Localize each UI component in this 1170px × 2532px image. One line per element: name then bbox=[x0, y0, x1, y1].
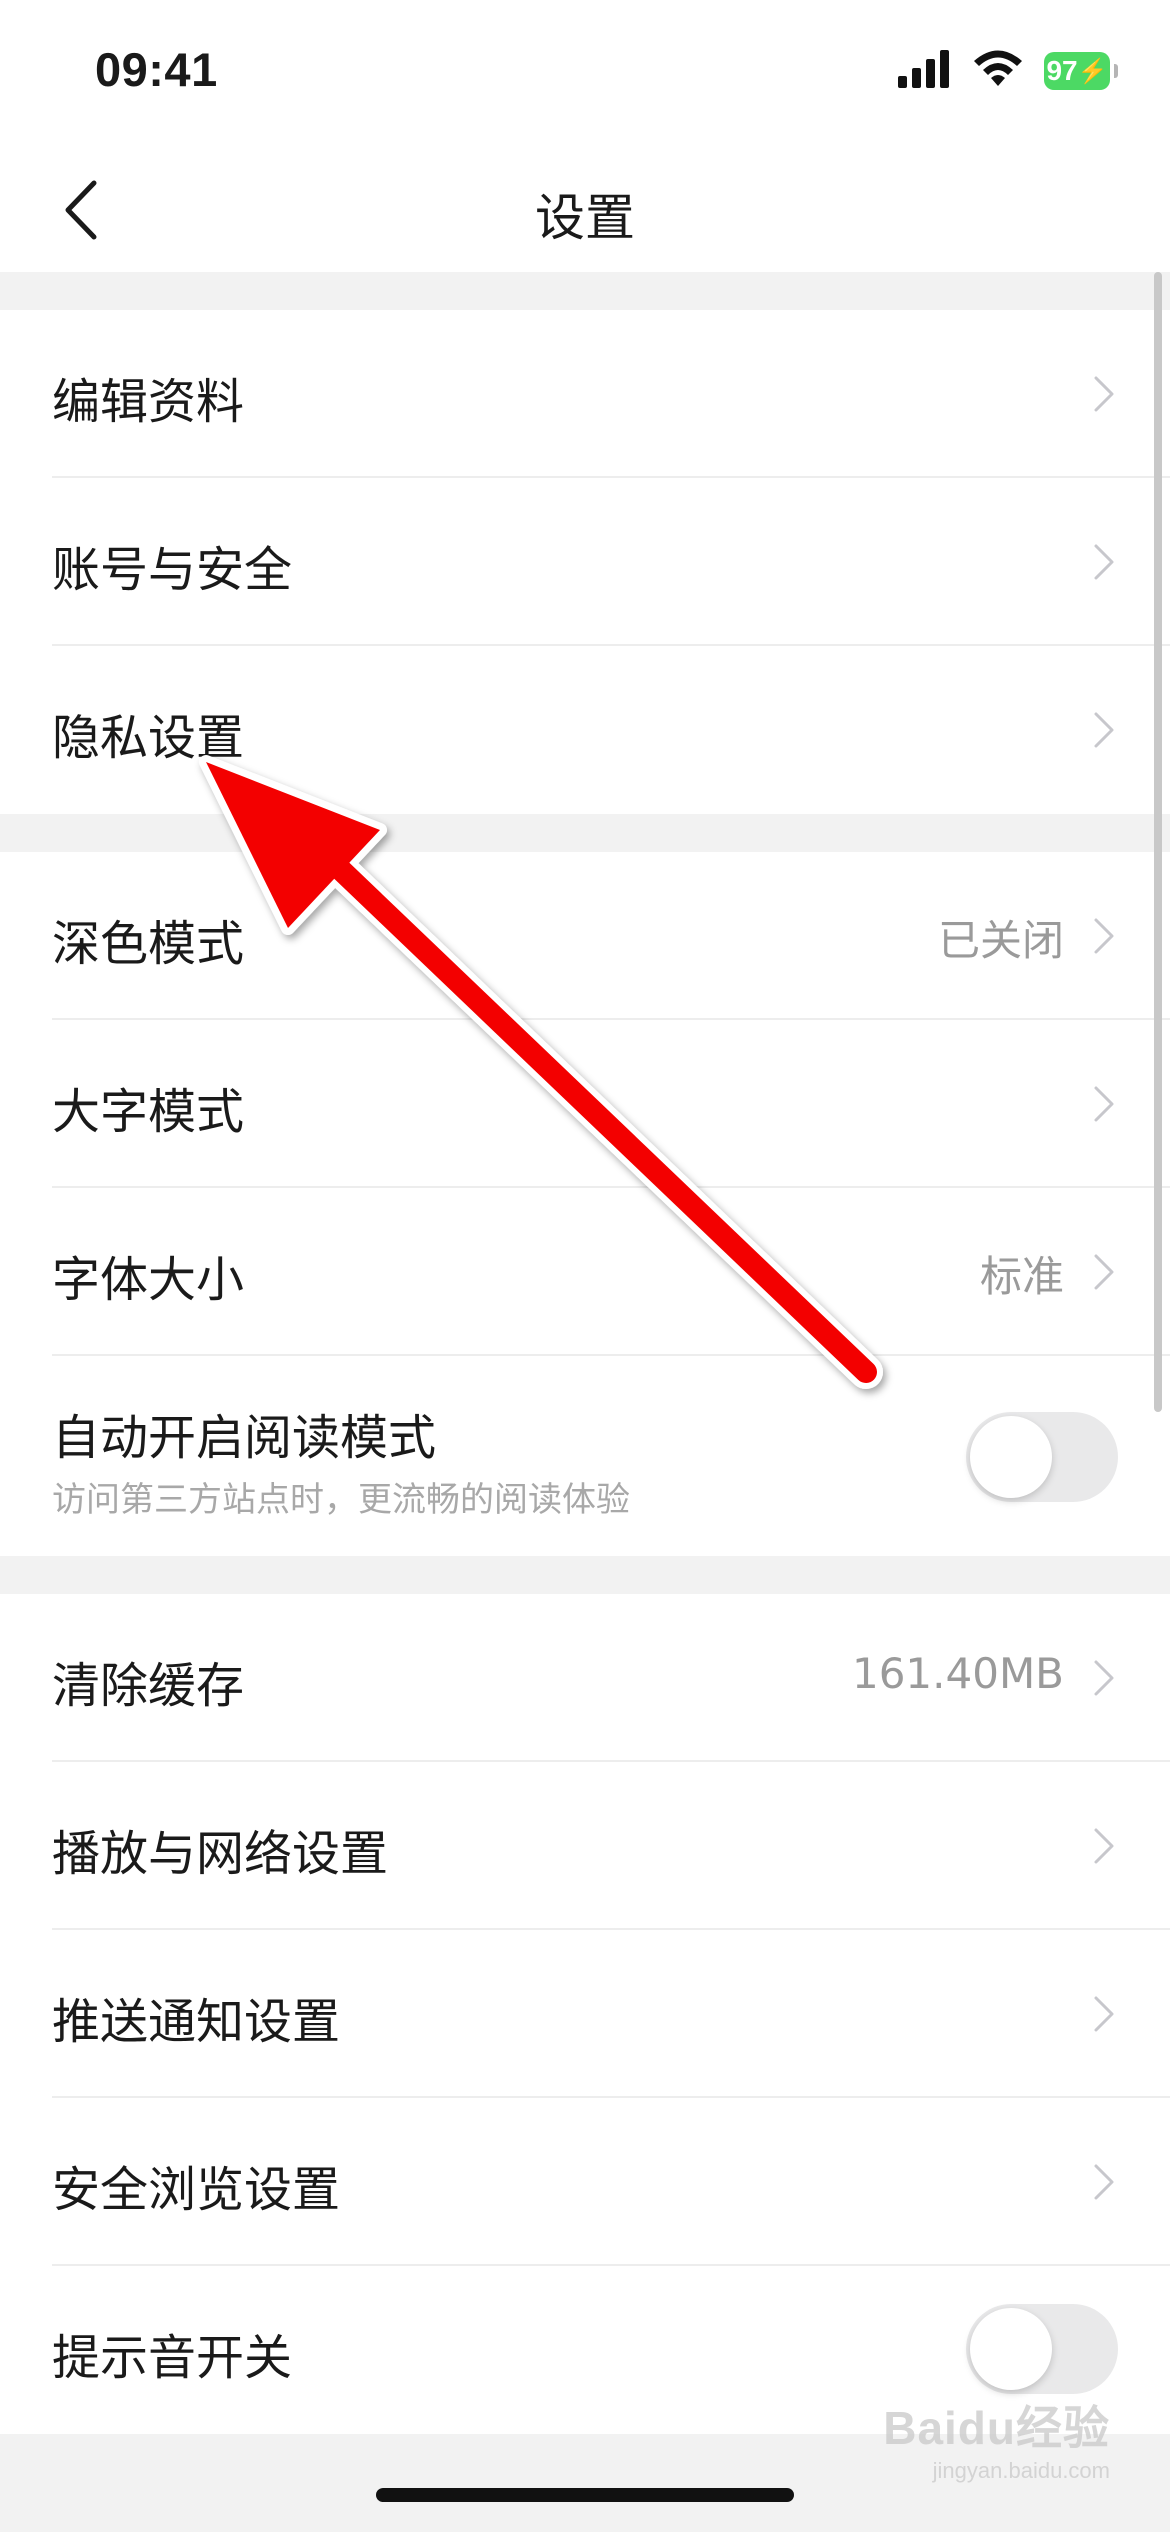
home-indicator bbox=[376, 2488, 794, 2502]
row-label: 播放与网络设置 bbox=[52, 1826, 389, 1882]
row-value: 标准 bbox=[979, 1252, 1064, 1301]
row-label: 深色模式 bbox=[52, 916, 245, 972]
settings-row-account-security[interactable]: 账号与安全 bbox=[0, 478, 1170, 646]
status-icons: 97 ⚡ bbox=[898, 50, 1118, 92]
settings-list: 编辑资料 账号与安全 隐私设置 深色模式 已关闭 大字模式 字体大小 标准 自动… bbox=[0, 272, 1170, 2532]
settings-row-privacy[interactable]: 隐私设置 bbox=[0, 646, 1170, 814]
chevron-right-icon bbox=[1094, 1254, 1114, 1290]
settings-row-push-notifications[interactable]: 推送通知设置 bbox=[0, 1930, 1170, 2098]
toggle-knob bbox=[970, 1416, 1052, 1498]
settings-row-playback-network[interactable]: 播放与网络设置 bbox=[0, 1762, 1170, 1930]
battery-charging-icon: 97 ⚡ bbox=[1044, 52, 1118, 90]
navigation-bar: 设置 bbox=[0, 150, 1170, 272]
group-separator bbox=[0, 814, 1170, 852]
chevron-right-icon bbox=[1094, 1660, 1114, 1696]
chevron-right-icon bbox=[1094, 544, 1114, 580]
chevron-right-icon bbox=[1094, 376, 1114, 412]
chevron-right-icon bbox=[1094, 1086, 1114, 1122]
row-value: 已关闭 bbox=[937, 916, 1064, 965]
chevron-right-icon bbox=[1094, 712, 1114, 748]
chevron-right-icon bbox=[1094, 918, 1114, 954]
row-label: 推送通知设置 bbox=[52, 1994, 341, 2050]
page-title: 设置 bbox=[535, 189, 635, 247]
row-label: 大字模式 bbox=[52, 1084, 245, 1140]
settings-row-edit-profile[interactable]: 编辑资料 bbox=[0, 310, 1170, 478]
cellular-signal-icon bbox=[898, 50, 952, 92]
sound-switch-toggle[interactable] bbox=[966, 2304, 1118, 2394]
row-value: 161.40MB bbox=[851, 1649, 1064, 1698]
settings-row-sound-switch: 提示音开关 bbox=[0, 2266, 1170, 2434]
row-subtitle: 访问第三方站点时，更流畅的阅读体验 bbox=[52, 1480, 630, 1520]
row-label: 提示音开关 bbox=[52, 2330, 293, 2386]
row-label: 编辑资料 bbox=[52, 374, 245, 430]
row-label: 隐私设置 bbox=[52, 710, 245, 766]
settings-row-large-text-mode[interactable]: 大字模式 bbox=[0, 1020, 1170, 1188]
settings-group-profile: 编辑资料 账号与安全 隐私设置 bbox=[0, 310, 1170, 814]
settings-row-font-size[interactable]: 字体大小 标准 bbox=[0, 1188, 1170, 1356]
chevron-right-icon bbox=[1094, 2164, 1114, 2200]
status-bar: 09:41 97 ⚡ bbox=[0, 0, 1170, 150]
chevron-right-icon bbox=[1094, 1828, 1114, 1864]
settings-group-display: 深色模式 已关闭 大字模式 字体大小 标准 自动开启阅读模式 访问第三方站点时，… bbox=[0, 852, 1170, 1556]
row-label: 安全浏览设置 bbox=[52, 2162, 341, 2218]
settings-screen: 09:41 97 ⚡ 设置 编辑资料 账号与安全 隐私设置 深色模式 已关闭 大… bbox=[0, 0, 1170, 2532]
settings-row-clear-cache[interactable]: 清除缓存 161.40MB bbox=[0, 1594, 1170, 1762]
row-label: 清除缓存 bbox=[52, 1658, 245, 1714]
row-label: 自动开启阅读模式 bbox=[52, 1410, 437, 1466]
wifi-icon bbox=[972, 50, 1024, 92]
status-time: 09:41 bbox=[95, 43, 218, 96]
settings-row-auto-reading-mode: 自动开启阅读模式 访问第三方站点时，更流畅的阅读体验 bbox=[0, 1356, 1170, 1556]
settings-row-dark-mode[interactable]: 深色模式 已关闭 bbox=[0, 852, 1170, 1020]
scroll-indicator bbox=[1154, 272, 1162, 1412]
battery-level: 97 bbox=[1046, 55, 1078, 86]
group-separator bbox=[0, 1556, 1170, 1594]
group-separator bbox=[0, 2434, 1170, 2532]
row-label: 账号与安全 bbox=[52, 542, 293, 598]
group-separator bbox=[0, 272, 1170, 310]
settings-row-safe-browsing[interactable]: 安全浏览设置 bbox=[0, 2098, 1170, 2266]
auto-reading-mode-toggle[interactable] bbox=[966, 1412, 1118, 1502]
chevron-right-icon bbox=[1094, 1996, 1114, 2032]
settings-group-general: 清除缓存 161.40MB 播放与网络设置 推送通知设置 安全浏览设置 提示音开… bbox=[0, 1594, 1170, 2434]
row-label: 字体大小 bbox=[52, 1252, 245, 1308]
toggle-knob bbox=[970, 2308, 1052, 2390]
